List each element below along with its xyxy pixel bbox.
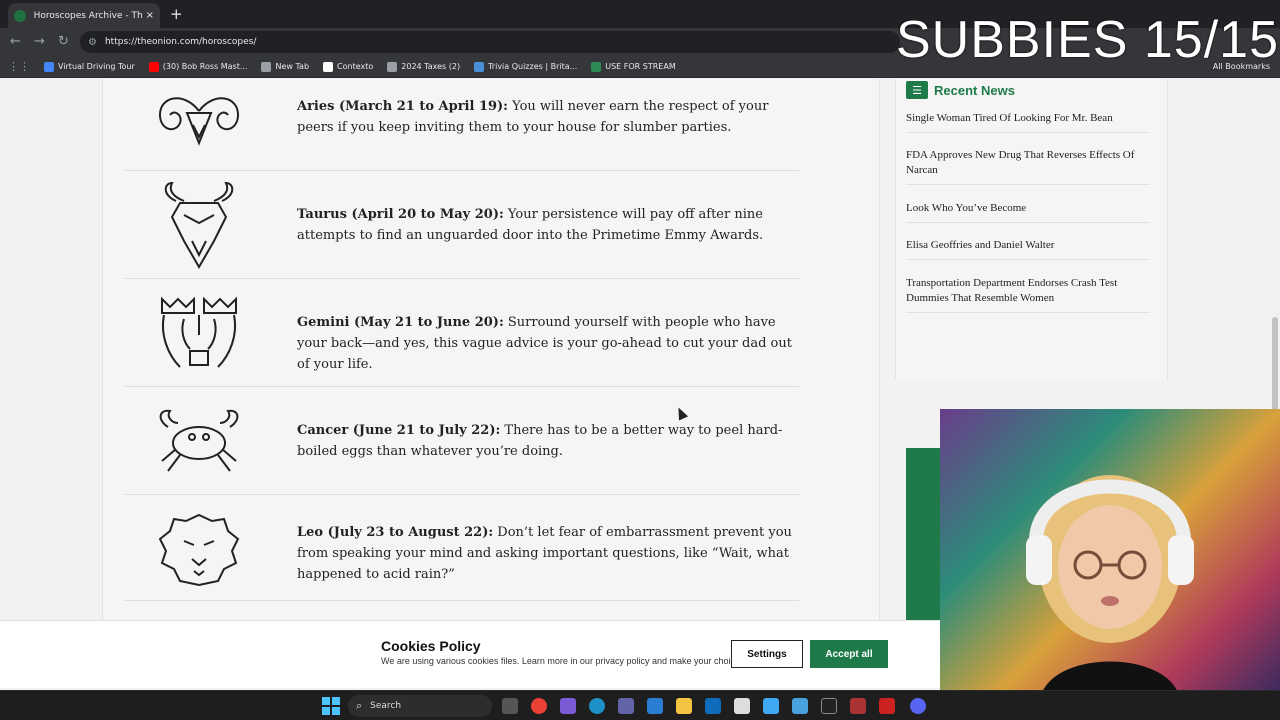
horoscope-title: Gemini (May 21 to June 20): bbox=[297, 315, 504, 330]
ad-banner[interactable] bbox=[906, 448, 942, 628]
gemini-twins-icon bbox=[161, 296, 237, 368]
horoscope-title: Leo (July 23 to August 22): bbox=[297, 525, 494, 540]
file-explorer-icon[interactable] bbox=[676, 698, 692, 714]
bookmark-label: (30) Bob Ross Mast... bbox=[162, 62, 248, 71]
copilot-icon[interactable] bbox=[560, 698, 576, 714]
accept-all-button[interactable]: Accept all bbox=[810, 640, 888, 668]
address-bar[interactable]: ⚙ https://theonion.com/horoscopes/ bbox=[80, 31, 900, 53]
close-tab-icon[interactable]: × bbox=[146, 10, 154, 21]
bookmark-item[interactable]: Trivia Quizzes | Brita... bbox=[474, 61, 578, 72]
cookie-title: Cookies Policy bbox=[381, 638, 481, 654]
app-icon[interactable] bbox=[763, 698, 779, 714]
url-text: https://theonion.com/horoscopes/ bbox=[104, 37, 257, 47]
horoscope-title: Cancer (June 21 to July 22): bbox=[297, 423, 501, 438]
forward-arrow-icon[interactable]: → bbox=[34, 34, 45, 49]
site-info-icon[interactable]: ⚙ bbox=[88, 37, 97, 48]
leo-lion-icon bbox=[158, 513, 240, 587]
app-icon[interactable] bbox=[879, 698, 895, 714]
tab-title: Horoscopes Archive - The Onion bbox=[33, 10, 142, 21]
search-label: Search bbox=[370, 701, 402, 711]
windows-start-icon[interactable] bbox=[322, 697, 340, 715]
news-link[interactable]: Single Woman Tired Of Looking For Mr. Be… bbox=[906, 111, 1150, 133]
back-arrow-icon[interactable]: ← bbox=[10, 34, 21, 49]
horoscope-title: Taurus (April 20 to May 20): bbox=[297, 207, 504, 222]
cookie-settings-button[interactable]: Settings bbox=[731, 640, 803, 668]
bookmark-item[interactable]: Virtual Driving Tour bbox=[44, 61, 135, 72]
edge-icon[interactable] bbox=[589, 698, 605, 714]
bookmark-favicon-icon bbox=[44, 61, 54, 72]
task-view-icon[interactable] bbox=[502, 698, 518, 714]
teams-icon[interactable] bbox=[618, 698, 634, 714]
cookie-description: We are using various cookies files. Lear… bbox=[381, 656, 743, 666]
photos-icon[interactable] bbox=[647, 698, 663, 714]
horoscope-entry: Cancer (June 21 to July 22): There has t… bbox=[124, 387, 799, 495]
bookmark-label: New Tab bbox=[275, 62, 310, 71]
discord-icon[interactable] bbox=[910, 698, 926, 714]
bookmark-label: 2024 Taxes (2) bbox=[401, 62, 461, 71]
store-icon[interactable] bbox=[734, 698, 750, 714]
horoscope-entry: Aries (March 21 to April 19): You will n… bbox=[124, 79, 799, 171]
windows-taskbar: ⌕ Search bbox=[0, 690, 1280, 720]
recent-news-title: Recent News bbox=[934, 82, 1015, 98]
taskbar-search[interactable]: ⌕ Search bbox=[348, 695, 492, 717]
browser-tab[interactable]: Horoscopes Archive - The Onion × bbox=[8, 3, 160, 28]
apps-grid-icon[interactable]: ⋮⋮ bbox=[8, 60, 30, 73]
cancer-crab-icon bbox=[159, 409, 239, 472]
bookmark-favicon-icon bbox=[148, 61, 159, 72]
reload-icon[interactable]: ↻ bbox=[58, 34, 69, 49]
horoscope-entry: Gemini (May 21 to June 20): Surround you… bbox=[124, 279, 799, 387]
capcut-icon[interactable] bbox=[821, 698, 837, 714]
bookmark-label: Virtual Driving Tour bbox=[58, 62, 135, 71]
chrome-icon[interactable] bbox=[531, 698, 547, 714]
mail-icon[interactable] bbox=[705, 698, 721, 714]
aries-ram-icon bbox=[158, 97, 240, 146]
bookmark-item[interactable]: USE FOR STREAM bbox=[591, 61, 676, 72]
search-icon: ⌕ bbox=[356, 699, 363, 712]
app-icon[interactable] bbox=[850, 698, 866, 714]
bookmark-item[interactable]: 2024 Taxes (2) bbox=[387, 61, 461, 72]
horoscope-title: Aries (March 21 to April 19): bbox=[297, 99, 508, 114]
bookmark-favicon-icon bbox=[261, 61, 272, 72]
bookmark-item[interactable]: New Tab bbox=[261, 61, 310, 72]
bookmark-label: USE FOR STREAM bbox=[605, 62, 676, 71]
bookmark-label: Trivia Quizzes | Brita... bbox=[488, 62, 578, 71]
taurus-bull-icon bbox=[164, 181, 234, 269]
bookmark-label: Contexto bbox=[337, 62, 374, 71]
news-link[interactable]: Elisa Geoffries and Daniel Walter bbox=[906, 238, 1150, 260]
horoscope-entry: Leo (July 23 to August 22): Don’t let fe… bbox=[124, 495, 799, 601]
news-link[interactable]: Look Who You’ve Become bbox=[906, 201, 1150, 223]
new-tab-button[interactable]: + bbox=[170, 5, 183, 23]
bookmark-item[interactable]: Contexto bbox=[323, 61, 374, 72]
app-icon[interactable] bbox=[792, 698, 808, 714]
bookmark-favicon-icon bbox=[591, 61, 602, 72]
recent-news-header: ☰ Recent News bbox=[906, 81, 1015, 99]
onion-favicon-icon bbox=[14, 9, 26, 22]
scrollbar-thumb[interactable] bbox=[1272, 317, 1278, 412]
horoscope-entry: Taurus (April 20 to May 20): Your persis… bbox=[124, 171, 799, 279]
stream-overlay-text: SUBBIES 15/15 bbox=[896, 11, 1279, 69]
bookmark-item[interactable]: (30) Bob Ross Mast... bbox=[148, 61, 248, 72]
news-link[interactable]: Transportation Department Endorses Crash… bbox=[906, 276, 1150, 313]
bookmark-favicon-icon bbox=[474, 61, 485, 72]
streamer-image bbox=[1026, 475, 1194, 692]
cookie-banner: Cookies Policy We are using various cook… bbox=[0, 620, 940, 688]
news-link[interactable]: FDA Approves New Drug That Reverses Effe… bbox=[906, 148, 1150, 185]
list-icon: ☰ bbox=[906, 81, 928, 99]
bookmark-favicon-icon bbox=[323, 61, 334, 72]
webcam-overlay bbox=[940, 409, 1280, 692]
bookmark-favicon-icon bbox=[387, 61, 398, 72]
